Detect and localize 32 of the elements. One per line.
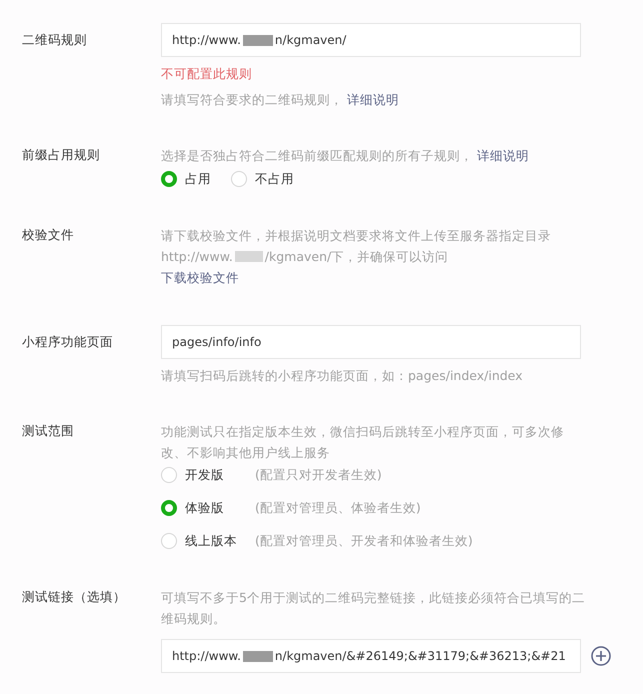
help-text: 功能测试只在指定版本生效，微信扫码后跳转至小程序页面，可多次修改、不影响其他用户线上服务 (161, 424, 564, 460)
input-field[interactable]: pages/info/info (161, 325, 581, 359)
help-text: 请下载校验文件，并根据说明文档要求将文件上传至服务器指定目录 (161, 228, 551, 243)
input-field[interactable]: http://www. n/kgmaven/&#26149;&#31179;&#36213;&#21 (161, 639, 581, 673)
form-label: 二维码规则 (21, 31, 88, 49)
input-field[interactable]: http://www. n/kgmaven/ (161, 23, 581, 57)
help-text: 请填写符合要求的二维码规则， (161, 92, 343, 107)
radio-button[interactable] (161, 500, 177, 516)
help-text: 选择是否独占符合二维码前缀匹配规则的所有子规则， (161, 148, 473, 163)
form-label: 前缀占用规则 (21, 146, 101, 164)
form-label: 测试范围 (21, 422, 75, 440)
option-note: (配置只对开发者生效) (255, 466, 382, 484)
url-text: http://www. (161, 248, 233, 266)
radio-label: 不占用 (255, 170, 294, 188)
form-label: 测试链接（选填） (21, 588, 127, 606)
option-note: (配置对管理员、开发者和体验者生效) (255, 532, 473, 550)
radio-label: 占用 (185, 170, 211, 188)
url-text: /kgmaven/下，并确保可以访问 (264, 248, 448, 266)
details-link[interactable]: 详细说明 (346, 92, 399, 107)
download-link[interactable]: 下载校验文件 (161, 267, 239, 289)
details-link[interactable]: 详细说明 (476, 148, 529, 163)
radio-button[interactable] (161, 171, 177, 187)
help-text: 请填写扫码后跳转的小程序功能页面，如：pages/index/index (161, 368, 523, 383)
help-text: 可填写不多于5个用于测试的二维码完整链接，此链接必须符合已填写的二维码规则。 (161, 590, 585, 626)
error-text: 不可配置此规则 (161, 65, 253, 83)
radio-label: 开发版 (185, 466, 225, 484)
radio-label: 体验版 (185, 499, 225, 517)
radio-label: 线上版本 (185, 532, 238, 550)
form-label: 校验文件 (21, 226, 75, 244)
option-note: (配置对管理员、体验者生效) (255, 499, 421, 517)
form-label: 小程序功能页面 (21, 333, 114, 351)
add-icon[interactable] (591, 646, 611, 666)
